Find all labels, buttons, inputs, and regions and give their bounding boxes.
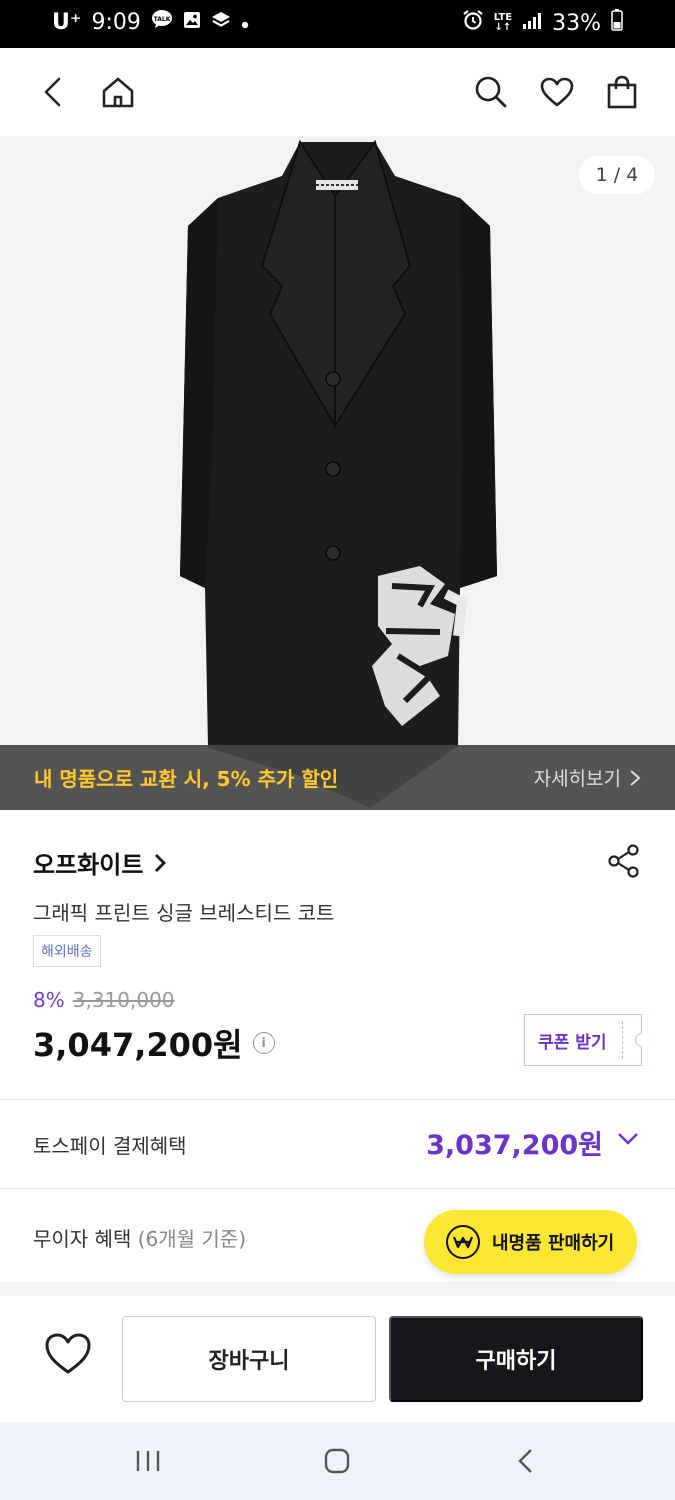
alarm-icon [462,9,484,37]
talk-icon: TALK [151,9,173,35]
toss-pay-price[interactable]: 3,037,200원 [426,1123,603,1162]
promo-more-link[interactable]: 자세히보기 [534,764,641,791]
section-separator [0,1282,675,1296]
sell-my-luxury-button[interactable]: 내명품 판매하기 [424,1210,637,1274]
discount-rate: 8% [33,988,65,1012]
image-counter: 1 / 4 [579,156,655,194]
promo-more-label: 자세히보기 [533,768,621,790]
top-app-bar [0,48,675,136]
won-icon [446,1225,480,1259]
back-nav-icon[interactable] [506,1446,546,1476]
system-navigation-bar [0,1422,675,1500]
installment-row[interactable]: 무이자 혜택 (6개월 기준) [33,1223,246,1252]
svg-text:TALK: TALK [154,16,171,23]
toss-pay-label: 토스페이 결제혜택 [33,1134,187,1158]
original-price: 3,310,000 [72,988,175,1012]
search-icon[interactable] [469,70,513,114]
installment-label: 무이자 혜택 [33,1227,132,1251]
home-nav-icon[interactable] [317,1446,357,1476]
product-name: 그래픽 프린트 싱글 브레스티드 코트 [33,901,335,925]
wishlist-heart-icon[interactable] [44,1332,96,1380]
battery-percent: 33% [552,10,601,36]
trade-in-promo-banner[interactable]: 내 명품으로 교환 시, 5% 추가 할인 자세히보기 [0,745,675,810]
chevron-right-icon [630,769,641,786]
layers-icon [211,10,231,35]
sell-button-label: 내명품 판매하기 [492,1233,615,1254]
divider [0,1188,675,1189]
installment-sub: (6개월 기준) [137,1227,247,1251]
recent-apps-icon[interactable] [128,1446,168,1476]
info-icon[interactable]: i [252,1032,275,1054]
coupon-notch [632,1030,652,1050]
sale-price: 3,047,200원 [33,1026,243,1064]
buy-now-button[interactable]: 구매하기 [389,1316,643,1402]
divider [0,1099,675,1100]
brand-name: 오프화이트 [33,851,144,879]
heart-icon[interactable] [535,70,579,114]
chevron-right-icon [155,853,167,872]
price-row: 3,047,200원 i [33,1020,275,1066]
back-icon[interactable] [31,70,75,114]
add-to-cart-button[interactable]: 장바구니 [122,1316,376,1402]
signal-icon [522,11,542,36]
image-icon [183,10,201,35]
home-icon[interactable] [96,70,140,114]
carrier-label: U⁺ [52,9,82,35]
clock: 9:09 [91,9,141,35]
product-image [180,139,497,808]
dot-icon [241,10,249,35]
bottom-action-bar: 장바구니 구매하기 [0,1296,675,1422]
discount-row: 8% 3,310,000 [33,988,175,1012]
coupon-label: 쿠폰 받기 [538,1032,607,1053]
get-coupon-button[interactable]: 쿠폰 받기 [524,1014,652,1066]
lte-label: LTE [493,12,513,23]
coupon-perforation [622,1021,623,1059]
share-icon[interactable] [607,844,641,878]
overseas-shipping-badge: 해외배송 [33,935,101,967]
battery-icon [611,9,623,37]
promo-text: 내 명품으로 교환 시, 5% 추가 할인 [34,767,339,791]
chevron-down-icon[interactable] [617,1131,639,1150]
shopping-bag-icon[interactable] [600,70,644,114]
brand-link[interactable]: 오프화이트 [33,845,167,880]
status-bar: U⁺ 9:09 TALK LTE ↓↑ 33% [0,0,675,48]
lte-indicator: LTE ↓↑ [493,12,513,33]
product-image-carousel[interactable]: 1 / 4 내 명품으로 교환 시, 5% 추가 할인 자세히보기 [0,136,675,810]
